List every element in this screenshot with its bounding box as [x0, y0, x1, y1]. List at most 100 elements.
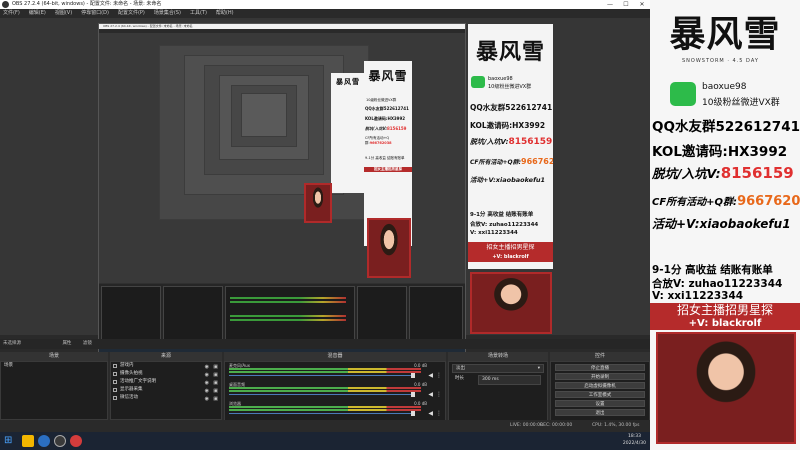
- lock-icon[interactable]: ▣: [213, 395, 218, 403]
- settings-button[interactable]: 设置: [555, 400, 645, 407]
- source-item[interactable]: 游戏内 ◉ ▣: [111, 362, 221, 370]
- status-bar: LIVE: 00:00:00 REC: 00:00:00 CPU: 1.4%, …: [0, 420, 650, 432]
- no-source-selected: 未选择源: [3, 341, 21, 346]
- overlay-act-value: xiaobaokefu1: [495, 176, 546, 184]
- menu-help[interactable]: 帮助(H): [216, 9, 234, 18]
- studio-mode-button[interactable]: 工作室模式: [555, 391, 645, 398]
- mirror-frame: [241, 93, 287, 137]
- overlay-recruit-v: +V: blackrolf: [468, 253, 553, 262]
- source-item[interactable]: 摄像头拍视 ◉ ▣: [111, 370, 221, 378]
- volume-slider[interactable]: [229, 413, 415, 414]
- source-label: 显示器采集: [120, 387, 143, 392]
- clock-date: 2022/4/30: [622, 441, 646, 446]
- sources-list: 游戏内 ◉ ▣ 摄像头拍视 ◉ ▣ 活动推广文字说明 ◉ ▣ 显示器采集 ◉ ▣ 微信活动 ◉ ▣: [110, 361, 222, 420]
- rec-time: REC: 00:00:00: [540, 423, 573, 428]
- obs-taskbar-icon[interactable]: [54, 435, 66, 447]
- volume-meter: [229, 406, 421, 408]
- preview-canvas[interactable]: OBS 27.2.4 (64-bit, windows) - 配置文件: 未命名…: [0, 18, 650, 355]
- channel-gear-icon[interactable]: ⋮: [436, 372, 442, 379]
- source-type-icon: [113, 364, 117, 368]
- nested-meter: [230, 301, 346, 303]
- overlay-job2: 合放V: zuhao11223344: [470, 222, 539, 228]
- sources-dock-header: 来源: [110, 352, 222, 361]
- keng-value: 8156159: [720, 164, 794, 182]
- menu-file[interactable]: 文件(F): [3, 9, 20, 18]
- overlay-cf: CF所有活动+Q群:966762038: [470, 157, 553, 166]
- overlay-panel: 暴风雪 baoxue98 10级粉丝微进VX群 QQ水友群522612741 K…: [468, 24, 553, 269]
- nested-preview: 暴风雪 暴风雪 10级粉丝微进VX群 QQ水友群522612741 KOL邀请码…: [99, 33, 465, 283]
- volume-slider[interactable]: [229, 394, 415, 395]
- filters-button[interactable]: 滤镜: [83, 341, 92, 346]
- duration-input[interactable]: 300 ms: [478, 375, 541, 385]
- menu-profile[interactable]: 配置文件(P): [118, 9, 145, 18]
- speaker-icon[interactable]: ◀: [428, 372, 433, 379]
- menu-tools[interactable]: 工具(T): [190, 9, 207, 18]
- menu-edit[interactable]: 编辑(E): [29, 9, 46, 18]
- job-line-2: 合放V: zuhao11223344: [652, 278, 783, 290]
- speaker-icon[interactable]: ◀: [428, 391, 433, 398]
- cf-label: CF所有活动+Q群:: [652, 197, 738, 208]
- exit-button[interactable]: 退出: [555, 409, 645, 416]
- nested-cf-value: 966762038: [369, 141, 392, 145]
- volume-slider-handle[interactable]: [411, 411, 415, 416]
- scenes-dock-header: 场景: [0, 352, 108, 361]
- obs-window: OBS 27.2.4 (64-bit, windows) - 配置文件: 未命名…: [0, 0, 650, 432]
- system-clock: 18:33 2022/4/30: [623, 433, 646, 447]
- properties-button[interactable]: 属性: [62, 341, 71, 346]
- volume-meter: [229, 409, 421, 411]
- source-item[interactable]: 显示器采集 ◉ ▣: [111, 386, 221, 394]
- source-item[interactable]: 微信活动 ◉ ▣: [111, 394, 221, 402]
- wechat-id: baoxue98: [702, 82, 747, 92]
- menu-view[interactable]: 视图(V): [55, 9, 72, 18]
- transition-type: 淡出: [456, 366, 465, 371]
- overlay-logo: 暴风雪: [475, 39, 545, 65]
- channel-gear-icon[interactable]: ⋮: [436, 410, 442, 417]
- windows-start-icon[interactable]: ⊞: [4, 435, 16, 447]
- overlay-keng-value: 8156159: [508, 137, 553, 147]
- act-label: 活动+V:: [652, 217, 700, 231]
- source-item[interactable]: 活动推广文字说明 ◉ ▣: [111, 378, 221, 386]
- overlay-keng: 脱坑/入坑V:8156159: [470, 137, 552, 147]
- scene-item[interactable]: 场景: [1, 362, 107, 370]
- visibility-eye-icon[interactable]: ◉: [205, 395, 209, 403]
- source-type-icon: [113, 372, 117, 376]
- nested-meter: [230, 319, 346, 321]
- speaker-icon[interactable]: ◀: [428, 410, 433, 417]
- stop-streaming-button[interactable]: 停止直播: [555, 364, 645, 371]
- start-recording-button[interactable]: 开始录制: [555, 373, 645, 380]
- browser-icon[interactable]: [38, 435, 50, 447]
- nested-cf: CF所有活动+Q群:966762038: [364, 136, 412, 146]
- nested-transitions-dock: [357, 286, 407, 342]
- menu-docks[interactable]: 停靠窗口(D): [81, 9, 109, 18]
- mixer-channel: 麦克风/Aux 0.0 dB ◀ ⋮: [225, 362, 445, 381]
- virtual-camera-button[interactable]: 启动虚拟摄像机: [555, 382, 645, 389]
- overlay-keng-label: 脱坑/入坑V:: [470, 138, 509, 146]
- maximize-button[interactable]: ☐: [618, 0, 634, 9]
- cf-line: CF所有活动+Q群:966762038: [652, 193, 800, 209]
- nested-logo: 暴风雪: [368, 69, 408, 83]
- scene-item-label: 场景: [4, 363, 13, 368]
- menu-bar: 文件(F) 编辑(E) 视图(V) 停靠窗口(D) 配置文件(P) 场景集合(S…: [0, 9, 650, 18]
- nested-mixer-dock: [225, 286, 355, 342]
- app-icon[interactable]: [22, 435, 34, 447]
- nested-keng-label: 脱坑/入坑V:: [365, 126, 387, 131]
- stream-overlay-column: 暴风雪 SNOWSTORM · 4.5 DAY baoxue98 10级粉丝微进…: [650, 0, 800, 450]
- media-icon[interactable]: [70, 435, 82, 447]
- minimize-button[interactable]: —: [602, 0, 618, 9]
- close-button[interactable]: ✕: [634, 0, 650, 9]
- kol-code: KOL邀请码:HX3992: [652, 144, 788, 160]
- channel-gear-icon[interactable]: ⋮: [436, 391, 442, 398]
- nested-meter: [230, 297, 346, 299]
- volume-slider-handle[interactable]: [411, 392, 415, 397]
- nested-job: 9-1分 高收益 结账有账单: [365, 156, 405, 160]
- source-label: 微信活动: [120, 395, 138, 400]
- overlay-kol-code: KOL邀请码:HX3992: [470, 121, 546, 130]
- controls-dock-header: 控件: [550, 352, 650, 361]
- source-label: 摄像头拍视: [120, 371, 143, 376]
- volume-slider-handle[interactable]: [411, 373, 415, 378]
- nested-webcam: [367, 218, 411, 278]
- overlay-cf-value: 966762038: [521, 157, 553, 166]
- menu-scene-collection[interactable]: 场景集合(S): [154, 9, 181, 18]
- volume-slider[interactable]: [229, 375, 415, 376]
- transition-select[interactable]: 淡出 ▾: [452, 364, 544, 373]
